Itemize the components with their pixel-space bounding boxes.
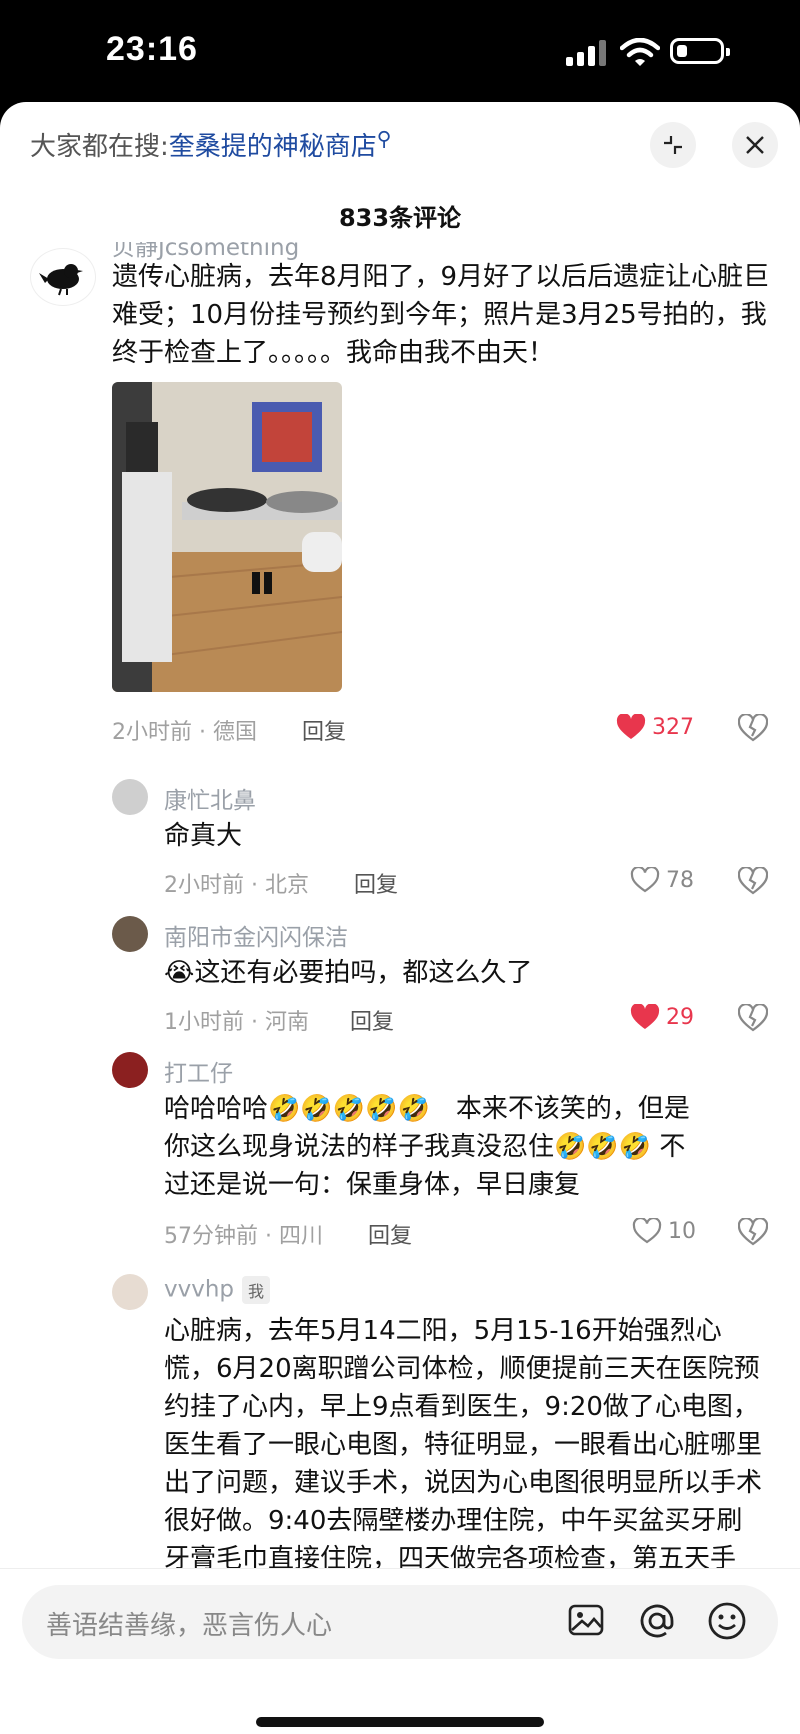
comment-text: 哈哈哈哈🤣🤣🤣🤣🤣 本来不该笑的，但是 你这么现身说法的样子我真没忍住🤣🤣🤣 不… xyxy=(164,1094,690,1200)
me-badge: 我 xyxy=(242,1276,271,1304)
reply-button[interactable]: 回复 xyxy=(368,1218,412,1250)
avatar[interactable] xyxy=(112,916,148,952)
cellular-signal-icon xyxy=(566,40,606,66)
comment-meta: 2小时前 · 北京 xyxy=(164,873,309,898)
reply-button[interactable]: 回复 xyxy=(350,1004,394,1036)
broken-heart-icon[interactable] xyxy=(738,1218,768,1246)
like-button[interactable]: 10 xyxy=(632,1218,696,1244)
like-count: 78 xyxy=(666,867,694,893)
like-count: 327 xyxy=(652,714,694,740)
like-count: 10 xyxy=(668,1218,696,1244)
trending-search-prefix: 大家都在搜: xyxy=(30,132,169,162)
comment-input[interactable]: 善语结善缘，恶言伤人心 xyxy=(22,1585,778,1659)
wifi-icon xyxy=(620,38,660,66)
like-button[interactable]: 327 xyxy=(616,714,694,740)
comment-text: 😭这还有必要拍吗，都这么久了 xyxy=(164,958,533,988)
close-button[interactable] xyxy=(732,122,778,168)
comment-photo[interactable] xyxy=(112,382,342,692)
collapse-button[interactable] xyxy=(650,122,696,168)
battery-icon xyxy=(670,38,730,64)
reply-button[interactable]: 回复 xyxy=(354,867,398,899)
reply-button[interactable]: 回复 xyxy=(302,714,346,746)
collapse-icon xyxy=(664,136,682,154)
comment-text: 遗传心脏病，去年8月阳了，9月好了以后后遗症让心脏巨难受；10月份挂号预约到今年… xyxy=(112,262,770,368)
like-button[interactable]: 29 xyxy=(630,1004,694,1030)
broken-heart-icon[interactable] xyxy=(738,867,768,895)
trending-search[interactable]: 大家都在搜:奎桑提的神秘商店⚲ xyxy=(30,126,391,163)
image-icon[interactable] xyxy=(566,1600,606,1640)
comment-username[interactable]: 南阳市金闪闪保洁 xyxy=(164,918,348,952)
heart-filled-icon xyxy=(616,714,646,739)
comment-username[interactable]: 打工仔 xyxy=(164,1054,233,1088)
avatar[interactable] xyxy=(112,779,148,815)
comment-list[interactable]: 贝静Jcsomething 遗传心脏病，去年8月阳了，9月好了以后后遗症让心脏巨… xyxy=(0,242,800,1668)
comment-count-title: 833条评论 xyxy=(338,204,462,232)
status-bar: 23:16 xyxy=(0,0,800,102)
mention-icon[interactable] xyxy=(636,1600,678,1642)
comment-input-bar: 善语结善缘，恶言伤人心 xyxy=(0,1568,800,1734)
comment-username[interactable]: 康忙北鼻 xyxy=(164,781,256,815)
bird-avatar-icon xyxy=(39,264,83,296)
close-icon xyxy=(746,136,764,154)
search-icon: ⚲ xyxy=(376,126,392,151)
status-time: 23:16 xyxy=(106,30,198,68)
comment-meta: 2小时前 · 德国 xyxy=(112,720,257,745)
broken-heart-icon[interactable] xyxy=(738,714,768,742)
broken-heart-icon[interactable] xyxy=(738,1004,768,1032)
emoji-icon[interactable] xyxy=(706,1600,748,1642)
like-count: 29 xyxy=(666,1004,694,1030)
comment-input-placeholder: 善语结善缘，恶言伤人心 xyxy=(46,1611,333,1641)
avatar[interactable] xyxy=(112,1274,148,1310)
like-button[interactable]: 78 xyxy=(630,867,694,893)
hospital-room-photo xyxy=(112,382,342,692)
comment-text: 命真大 xyxy=(164,821,243,851)
comment-meta: 1小时前 · 河南 xyxy=(164,1010,309,1035)
trending-search-keyword[interactable]: 奎桑提的神秘商店 xyxy=(169,132,377,162)
comment-username[interactable]: vvvhp 我 xyxy=(164,1276,271,1304)
heart-outline-icon xyxy=(630,867,660,893)
comment-meta: 57分钟前 · 四川 xyxy=(164,1224,323,1249)
heart-outline-icon xyxy=(632,1218,662,1244)
emoji: 😭 xyxy=(164,958,195,988)
avatar[interactable] xyxy=(112,1052,148,1088)
comment-sheet: 大家都在搜:奎桑提的神秘商店⚲ 833条评论 贝静Jcsomething 遗传心… xyxy=(0,102,800,1734)
avatar[interactable] xyxy=(30,248,96,306)
home-indicator[interactable] xyxy=(256,1717,544,1727)
heart-filled-icon xyxy=(630,1004,660,1029)
